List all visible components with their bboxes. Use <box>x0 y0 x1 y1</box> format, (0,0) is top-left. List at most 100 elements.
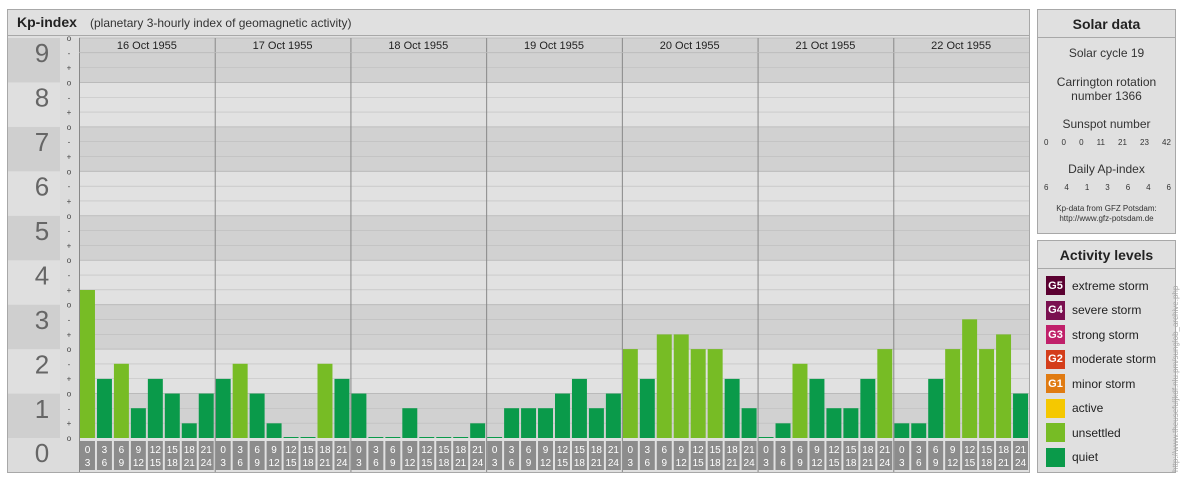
kp-bar <box>775 423 791 438</box>
activity-level-swatch: G3 <box>1046 325 1065 344</box>
band-kp-5 <box>79 171 1029 216</box>
hour-end-label: 24 <box>879 458 891 469</box>
hour-start-label: 12 <box>557 445 569 456</box>
hour-start-label: 9 <box>271 445 277 456</box>
hour-end-label: 15 <box>421 458 433 469</box>
kp-bar <box>690 349 706 438</box>
sunspot-label: Sunspot number <box>1062 117 1151 131</box>
hour-end-label: 12 <box>404 458 416 469</box>
hour-start-label: 15 <box>981 445 993 456</box>
hour-start-label: 3 <box>916 445 922 456</box>
kp-bar <box>538 408 553 438</box>
activity-level-label: severe storm <box>1072 303 1142 317</box>
activity-levels-title: Activity levels <box>1038 241 1175 269</box>
hour-end-label: 18 <box>302 458 314 469</box>
activity-level-swatch: G5 <box>1046 276 1065 295</box>
day-label: 17 Oct 1955 <box>253 40 313 52</box>
hour-end-label: 9 <box>661 458 667 469</box>
hour-start-label: 18 <box>184 445 196 456</box>
hour-end-label: 15 <box>557 458 569 469</box>
sunspot-values: 0 0 0 11 21 23 42 <box>1044 138 1171 147</box>
hour-end-label: 21 <box>998 458 1010 469</box>
kp-bar <box>843 408 859 438</box>
hour-end-label: 12 <box>540 458 552 469</box>
day-label: 16 Oct 1955 <box>117 40 177 52</box>
ap-index-values: 6 4 1 3 6 4 6 <box>1044 183 1171 192</box>
hour-end-label: 6 <box>102 458 108 469</box>
sub-tick-label: - <box>68 360 71 369</box>
kp-bar <box>317 363 333 438</box>
hour-start-label: 3 <box>102 445 108 456</box>
hour-start-label: 0 <box>628 445 634 456</box>
y-tick-label: 7 <box>35 127 49 157</box>
hour-start-label: 12 <box>150 445 162 456</box>
solar-cycle: Solar cycle 19 <box>1068 46 1145 60</box>
kp-bar <box>266 423 282 438</box>
activity-level-label: quiet <box>1072 450 1099 464</box>
hour-end-label: 9 <box>797 458 803 469</box>
hour-end-label: 15 <box>693 458 705 469</box>
sub-tick-label: - <box>68 49 71 58</box>
sunspot-value: 0 <box>1079 138 1084 147</box>
band-kp-3 <box>79 260 1029 305</box>
hour-end-label: 15 <box>828 458 840 469</box>
hour-start-label: 15 <box>167 445 179 456</box>
kp-bar <box>198 393 214 438</box>
hour-end-label: 3 <box>85 458 91 469</box>
sub-tick-label: o <box>67 34 72 43</box>
activity-level-item: G1 minor storm <box>1046 374 1135 393</box>
hour-start-label: 9 <box>814 445 820 456</box>
day-label: 21 Oct 1955 <box>795 40 855 52</box>
hour-start-label: 6 <box>254 445 260 456</box>
sub-tick-label: o <box>67 78 72 87</box>
hour-end-label: 3 <box>356 458 362 469</box>
hour-start-label: 0 <box>492 445 498 456</box>
kp-bar <box>351 393 367 438</box>
kp-bar <box>639 378 655 438</box>
kp-bar <box>673 334 689 438</box>
activity-levels-panel: Activity levels G5 extreme storm G4 severe … <box>1037 240 1176 473</box>
y-tick-label: 1 <box>35 394 49 424</box>
hour-end-label: 12 <box>133 458 145 469</box>
y-tick-label: 6 <box>35 172 49 202</box>
watermark-url: http://www.theusefuljkdf.nlu.pm/sunglob_… <box>1171 285 1180 472</box>
activity-level-item: G4 severe storm <box>1046 300 1142 320</box>
hour-end-label: 21 <box>727 458 739 469</box>
hour-end-label: 6 <box>645 458 651 469</box>
hour-start-label: 15 <box>574 445 586 456</box>
kp-bar <box>164 393 180 438</box>
day-label: 22 Oct 1955 <box>931 40 991 52</box>
activity-level-swatch <box>1046 447 1065 467</box>
y-tick-label: 9 <box>35 38 49 68</box>
kp-bar <box>605 393 621 438</box>
kp-bar <box>928 378 944 438</box>
activity-level-label: extreme storm <box>1072 278 1149 293</box>
hour-start-label: 15 <box>845 445 857 456</box>
hour-start-label: 3 <box>780 445 786 456</box>
ap-index-label: Daily Ap-index <box>1068 162 1145 176</box>
activity-level-label: moderate storm <box>1072 352 1157 366</box>
sunspot-value: 42 <box>1162 138 1171 147</box>
kp-bar <box>368 437 384 438</box>
kp-bar <box>656 334 672 438</box>
hour-start-label: 9 <box>407 445 413 456</box>
band-kp-2 <box>79 304 1029 350</box>
kp-bar <box>894 423 910 438</box>
ap-index-value: 4 <box>1146 183 1151 192</box>
sub-tick-label: - <box>68 182 71 191</box>
y-tick-label: 5 <box>35 216 49 246</box>
band-kp-4 <box>79 215 1029 261</box>
hour-start-label: 3 <box>645 445 651 456</box>
activity-level-swatch: G4 <box>1046 300 1065 320</box>
kp-bar <box>911 423 927 438</box>
hour-end-label: 21 <box>455 458 467 469</box>
hour-start-label: 0 <box>220 445 226 456</box>
kp-bar <box>130 408 146 438</box>
activity-level-swatch: G1 <box>1046 374 1065 393</box>
hour-end-label: 3 <box>220 458 226 469</box>
sub-tick-label: - <box>68 404 71 413</box>
sunspot-value: 11 <box>1096 138 1105 147</box>
activity-level-swatch: G2 <box>1046 349 1065 369</box>
hour-start-label: 21 <box>336 445 348 456</box>
hour-end-label: 15 <box>150 458 162 469</box>
